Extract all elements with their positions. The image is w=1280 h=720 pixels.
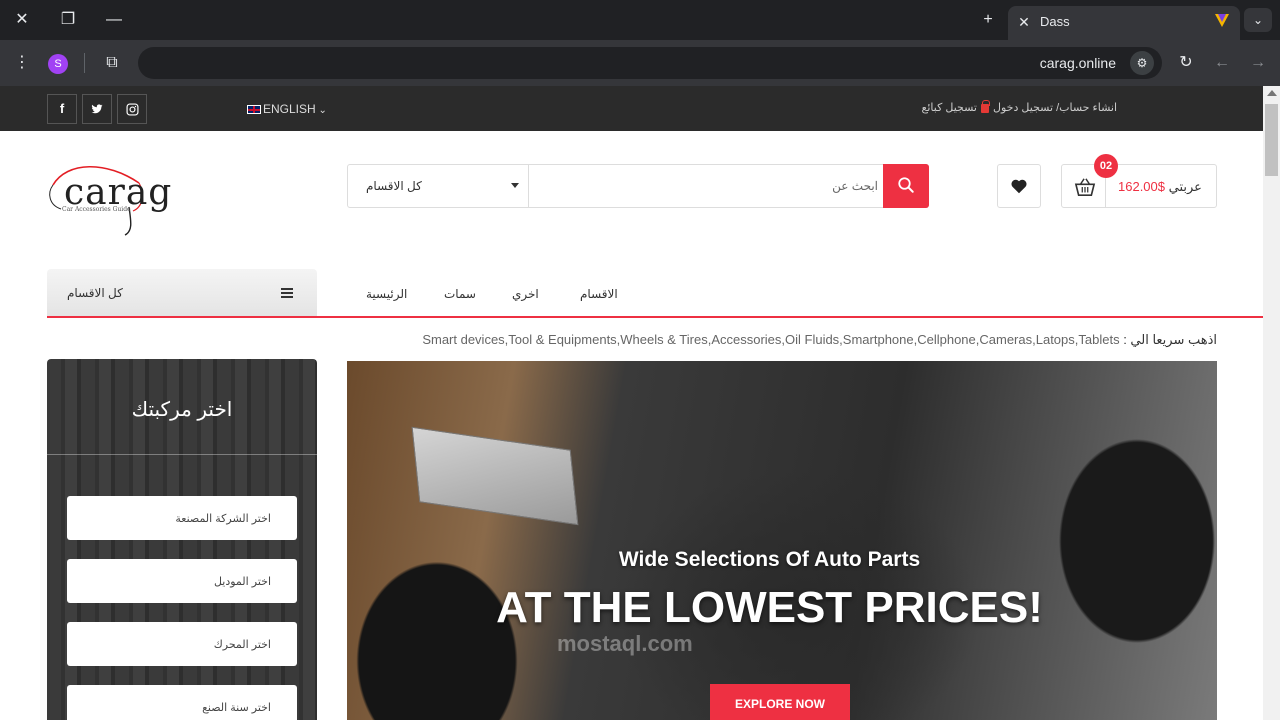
select-model-label: اختر الموديل	[213, 576, 271, 588]
restore-window-icon[interactable]: ❐	[54, 8, 82, 32]
cart-label: عربتي	[1168, 179, 1202, 194]
twitter-icon[interactable]	[82, 94, 112, 124]
nav-link-home[interactable]: الرئيسية	[366, 287, 407, 301]
instagram-icon[interactable]	[117, 94, 147, 124]
facebook-icon[interactable]: f	[47, 94, 77, 124]
vehicle-selector-divider	[47, 454, 317, 455]
hamburger-menu-icon	[281, 288, 293, 298]
page-scrollbar[interactable]	[1263, 86, 1280, 720]
engine-ecu-graphic	[411, 426, 579, 526]
tab-search-chevron-icon[interactable]: ⌄	[1244, 8, 1272, 32]
register-login-link[interactable]: انشاء حساب/ تسجيل دخول	[993, 102, 1117, 114]
chevron-down-icon: ⌄	[315, 105, 327, 116]
extensions-icon[interactable]: ⧉	[100, 52, 124, 74]
basket-icon	[1074, 178, 1096, 196]
select-model[interactable]: اختر الموديل	[67, 559, 297, 603]
select-engine[interactable]: اختر المحرك	[67, 622, 297, 666]
site-settings-icon[interactable]: ⚙	[1130, 51, 1154, 75]
browser-tab[interactable]: ✕ Dass	[1008, 6, 1240, 40]
browser-menu-icon[interactable]: ⋮	[10, 52, 34, 74]
quick-links-label: اذهب سريعا الي :	[1123, 332, 1217, 347]
select-engine-label: اختر المحرك	[213, 639, 271, 651]
quick-links: اذهب سريعا الي : Smart devices,Tool & Eq…	[422, 332, 1217, 348]
caret-down-icon	[511, 183, 519, 188]
uk-flag-icon	[247, 105, 261, 115]
wishlist-button[interactable]	[997, 164, 1041, 208]
toolbar-divider	[84, 53, 85, 73]
language-label: ENGLISH	[263, 102, 316, 116]
tab-favicon-icon	[1215, 14, 1229, 27]
close-window-icon[interactable]: ✕	[8, 8, 36, 32]
cart-button[interactable]: عربتي $162.00	[1061, 164, 1217, 208]
profile-avatar[interactable]: S	[48, 54, 68, 74]
select-year[interactable]: اختر سنة الصنع	[67, 685, 297, 720]
forward-arrow-icon[interactable]: →	[1246, 52, 1270, 74]
cart-total: $162.00	[1118, 179, 1165, 194]
minimize-window-icon[interactable]: —	[100, 8, 128, 32]
all-categories-label: كل الاقسام	[67, 286, 123, 300]
vehicle-selector: اختر مركبتك اختر الشركة المصنعة اختر الم…	[47, 359, 317, 720]
vendor-register-link[interactable]: تسجيل كبائع	[921, 102, 977, 114]
quick-links-items[interactable]: Smart devices,Tool & Equipments,Wheels &…	[422, 332, 1119, 347]
back-arrow-icon[interactable]: ←	[1210, 52, 1234, 74]
select-manufacturer[interactable]: اختر الشركة المصنعة	[67, 496, 297, 540]
nav-link-features[interactable]: سمات	[444, 287, 476, 301]
site-topbar: f ENGLISH ⌄ انشاء حساب/ تسجيل دخول تسجيل …	[0, 86, 1263, 131]
select-year-label: اختر سنة الصنع	[202, 702, 271, 714]
product-search: كل الاقسام	[347, 164, 929, 208]
logo-tagline: Car Accessories Guide	[62, 206, 131, 213]
explore-now-button[interactable]: EXPLORE NOW	[710, 684, 850, 720]
browser-titlebar: ✕ ❐ — + ✕ Dass ⌄	[0, 0, 1280, 40]
select-manufacturer-label: اختر الشركة المصنعة	[175, 513, 271, 525]
tab-title: Dass	[1040, 14, 1070, 29]
new-tab-icon[interactable]: +	[974, 8, 1002, 32]
hero-title: AT THE LOWEST PRICES!	[496, 583, 1043, 632]
watermark: mostaql.com	[557, 631, 693, 656]
search-icon	[898, 177, 914, 193]
search-button[interactable]	[883, 164, 929, 208]
language-switcher[interactable]: ENGLISH ⌄	[247, 102, 327, 116]
hero-subtitle: Wide Selections Of Auto Parts	[618, 548, 921, 571]
nav-divider	[47, 316, 1263, 318]
heart-icon	[1011, 179, 1027, 194]
tab-close-icon[interactable]: ✕	[1016, 12, 1032, 32]
url-text: carag.online	[1039, 55, 1116, 71]
category-select[interactable]: كل الاقسام	[348, 165, 529, 207]
cart-summary: عربتي $162.00	[1118, 179, 1202, 195]
category-select-label: كل الاقسام	[366, 179, 422, 193]
hero-banner: Wide Selections Of Auto Parts AT THE LOW…	[347, 361, 1217, 720]
nav-link-other[interactable]: اخري	[512, 287, 539, 301]
lock-icon	[981, 99, 990, 113]
vehicle-selector-title: اختر مركبتك	[131, 399, 233, 421]
search-input[interactable]	[538, 171, 878, 201]
cart-count-badge: 02	[1094, 154, 1118, 178]
address-bar[interactable]: carag.online ⚙	[138, 47, 1162, 79]
reload-icon[interactable]: ↻	[1174, 52, 1198, 74]
all-categories-dropdown[interactable]: كل الاقسام	[47, 269, 317, 317]
scrollbar-thumb[interactable]	[1265, 104, 1278, 176]
account-links: انشاء حساب/ تسجيل دخول تسجيل كبائع	[921, 99, 1117, 114]
nav-link-categories[interactable]: الاقسام	[580, 287, 618, 301]
scroll-up-arrow-icon[interactable]	[1267, 90, 1277, 96]
